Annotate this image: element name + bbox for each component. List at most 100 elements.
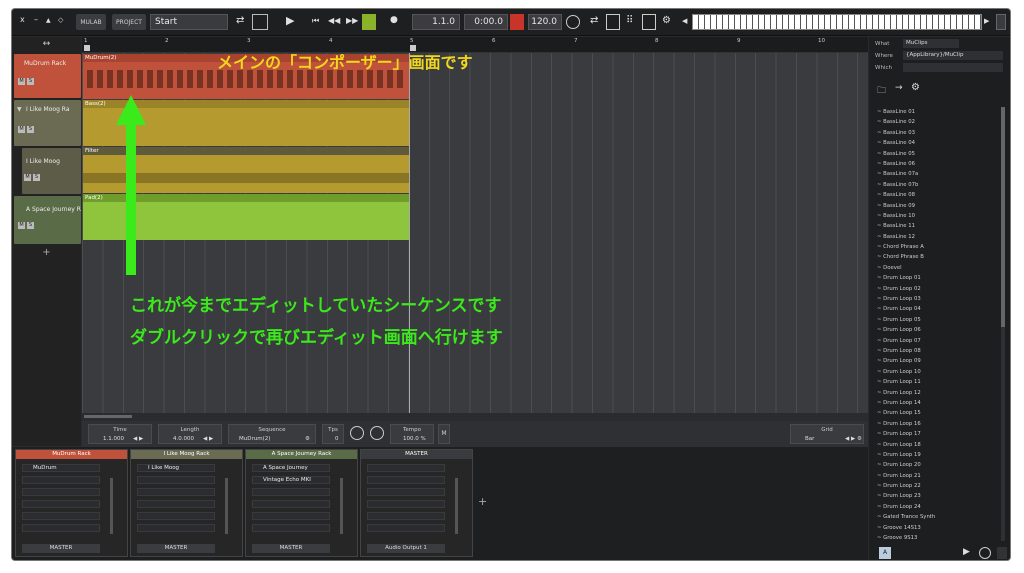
- clip-list-item[interactable]: ~ Drum Loop 20: [877, 460, 997, 470]
- collapse-icon[interactable]: ▼: [17, 106, 22, 113]
- loop-toggle-icon[interactable]: [979, 547, 991, 559]
- clip-list-item[interactable]: ~ Drum Loop 07: [877, 336, 997, 346]
- solo-button[interactable]: S: [27, 222, 34, 229]
- audition-button[interactable]: A: [879, 547, 891, 559]
- plugin-slot[interactable]: [137, 488, 215, 496]
- plugin-slot[interactable]: Vintage Echo MKI: [252, 476, 330, 484]
- clip-list-item[interactable]: ~ Chord Phrase B: [877, 252, 997, 262]
- plugin-slot[interactable]: [367, 524, 445, 532]
- clip-list-item[interactable]: ~ Drum Loop 04: [877, 304, 997, 314]
- scroll-thumb[interactable]: [84, 415, 132, 418]
- keyboard-scroll-left-icon[interactable]: ◀: [682, 17, 687, 25]
- clip-list-item[interactable]: ~ Chord Phrase A: [877, 242, 997, 252]
- clip-list-item[interactable]: ~ Doevel: [877, 263, 997, 273]
- plugin-slot[interactable]: [367, 476, 445, 484]
- plugin-slot[interactable]: [367, 512, 445, 520]
- plugin-slot[interactable]: [22, 488, 100, 496]
- clip-list-item[interactable]: ~ Drum Loop 24: [877, 502, 997, 512]
- clip-list-item[interactable]: ~ BassLine 11: [877, 221, 997, 231]
- keyboard-scroll-right-icon[interactable]: ▶: [984, 17, 989, 25]
- timeline-ruler[interactable]: 1 2 3 4 5 6 7 8 9 10: [82, 37, 868, 53]
- play-icon[interactable]: ▶: [963, 547, 970, 557]
- track-header-moog[interactable]: I Like Moog M S: [22, 148, 81, 194]
- tempo-field[interactable]: Tempo 100.0 %: [390, 424, 434, 444]
- plugin-slot[interactable]: [252, 524, 330, 532]
- plugin-slot[interactable]: A Space Journey: [252, 464, 330, 472]
- grid-arrows-icon[interactable]: ◀ ▶ ⚙: [845, 436, 862, 442]
- grid-view-icon[interactable]: ⠿: [626, 15, 633, 26]
- clip-list-item[interactable]: ~ BassLine 03: [877, 128, 997, 138]
- sequence-field[interactable]: Sequence MuDrum(2) ⚙: [228, 424, 316, 444]
- time-field[interactable]: Time 1.1.000 ◀ ▶: [88, 424, 152, 444]
- output-button[interactable]: Audio Output 1: [367, 544, 445, 553]
- output-button[interactable]: MASTER: [252, 544, 330, 553]
- track-header-moog-rack[interactable]: ▼ I Like Moog Ra M S: [14, 100, 81, 146]
- clip-list-item[interactable]: ~ Drum Loop 23: [877, 491, 997, 501]
- loop-start-marker[interactable]: [84, 45, 90, 51]
- play-icon[interactable]: ▶: [286, 14, 294, 27]
- tempo-knob-icon[interactable]: [566, 15, 580, 29]
- volume-knob-icon[interactable]: [370, 426, 384, 440]
- tps-field[interactable]: Tps 0: [322, 424, 344, 444]
- clip-list-item[interactable]: ~ BassLine 09: [877, 201, 997, 211]
- piano-keyboard[interactable]: [692, 14, 982, 30]
- plugin-slot[interactable]: MuDrum: [22, 464, 100, 472]
- toolbar-extra-button[interactable]: [996, 14, 1006, 30]
- browser-scrollbar[interactable]: [1001, 107, 1005, 541]
- volume-fader[interactable]: [455, 478, 458, 534]
- solo-button[interactable]: S: [27, 78, 34, 85]
- m-button[interactable]: M: [438, 424, 450, 444]
- clip-list-item[interactable]: ~ BassLine 10: [877, 211, 997, 221]
- list-view-icon[interactable]: [642, 14, 656, 30]
- mute-button[interactable]: M: [18, 126, 25, 133]
- clip-list-item[interactable]: ~ Drum Loop 16: [877, 419, 997, 429]
- clip-list-item[interactable]: ~ BassLine 07b: [877, 180, 997, 190]
- clip-list-item[interactable]: ~ Drum Loop 17: [877, 429, 997, 439]
- solo-button[interactable]: S: [27, 126, 34, 133]
- add-track-button[interactable]: +: [12, 247, 81, 261]
- rewind-start-icon[interactable]: ⏮: [312, 16, 319, 26]
- plugin-slot[interactable]: [252, 488, 330, 496]
- plugin-slot[interactable]: [137, 524, 215, 532]
- time-display[interactable]: 0:00.0: [464, 14, 508, 30]
- solo-button[interactable]: S: [33, 174, 40, 181]
- fast-forward-icon[interactable]: ▶▶: [346, 16, 358, 25]
- mulab-menu-button[interactable]: MULAB: [76, 14, 106, 30]
- plugin-slot[interactable]: [252, 500, 330, 508]
- routing-icon[interactable]: ⇄: [590, 15, 598, 26]
- plugin-slot[interactable]: [137, 476, 215, 484]
- clip-list-item[interactable]: ~ Drum Loop 18: [877, 440, 997, 450]
- clip-list-item[interactable]: ~ Gated Trance Synth: [877, 512, 997, 522]
- minimize-icon[interactable]: –: [34, 15, 38, 24]
- scroll-thumb[interactable]: [1001, 107, 1005, 327]
- step-arrows-icon[interactable]: ◀ ▶: [133, 436, 143, 442]
- plugin-slot[interactable]: [137, 500, 215, 508]
- close-icon[interactable]: x: [20, 15, 25, 24]
- volume-fader[interactable]: [340, 478, 343, 534]
- what-field[interactable]: MuClips: [903, 39, 959, 48]
- plugin-slot[interactable]: [22, 500, 100, 508]
- settings-icon[interactable]: ⚙: [911, 82, 920, 93]
- plugin-slot[interactable]: [137, 512, 215, 520]
- plugin-slot[interactable]: [252, 512, 330, 520]
- plugin-slot[interactable]: [367, 500, 445, 508]
- plugin-slot[interactable]: [22, 476, 100, 484]
- rewind-icon[interactable]: ◀◀: [328, 16, 340, 25]
- folder-icon[interactable]: 🗀: [877, 83, 886, 99]
- resize-tracks-icon[interactable]: ↔: [12, 37, 81, 53]
- layout-toggle-icon[interactable]: [252, 14, 268, 30]
- output-button[interactable]: MASTER: [137, 544, 215, 553]
- horizontal-scrollbar[interactable]: [82, 413, 868, 420]
- settings-icon[interactable]: ⚙: [662, 15, 671, 26]
- track-header-mudrum[interactable]: MuDrum Rack M S: [14, 54, 81, 98]
- step-arrows-icon[interactable]: ◀ ▶: [203, 436, 213, 442]
- clip-list-item[interactable]: ~ Drum Loop 02: [877, 284, 997, 294]
- clip-list-item[interactable]: ~ Drum Loop 21: [877, 471, 997, 481]
- clip-list[interactable]: ~ BassLine 01 ~ BassLine 02 ~ BassLine 03 ~…: [877, 107, 997, 543]
- snap-icon[interactable]: ⇄: [236, 15, 244, 26]
- clip-list-item[interactable]: ~ BassLine 01: [877, 107, 997, 117]
- where-field[interactable]: {AppLibrary}/MuClip: [903, 51, 1003, 60]
- arrow-icon[interactable]: →: [895, 83, 903, 93]
- project-name-field[interactable]: Start: [150, 14, 228, 30]
- mixer-view-icon[interactable]: [606, 14, 620, 30]
